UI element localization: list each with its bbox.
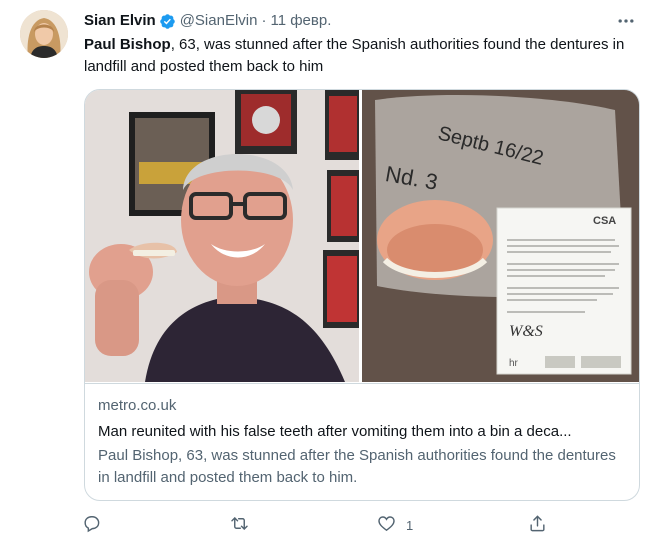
card-domain: metro.co.uk bbox=[98, 397, 177, 414]
card-photo: Septb 16/22 Nd. 3 CSA W&S hr bbox=[85, 90, 639, 382]
author-name[interactable]: Sian Elvin bbox=[84, 11, 156, 31]
avatar[interactable] bbox=[20, 10, 68, 58]
tweet-actions: 1 bbox=[0, 510, 655, 540]
header-separator: · bbox=[261, 12, 267, 29]
tweet[interactable]: Sian Elvin @SianElvin · 11 февр. Paul Bi… bbox=[0, 0, 655, 549]
verified-badge-icon bbox=[159, 13, 176, 30]
tweet-date[interactable]: 11 февр. bbox=[270, 11, 331, 31]
card-image[interactable]: Septb 16/22 Nd. 3 CSA W&S hr bbox=[85, 90, 639, 382]
share-icon bbox=[528, 514, 547, 536]
author-handle[interactable]: @SianElvin bbox=[180, 11, 258, 31]
reply-button[interactable] bbox=[82, 510, 111, 540]
reply-icon bbox=[82, 514, 101, 536]
tweet-header: Sian Elvin @SianElvin · 11 февр. bbox=[84, 10, 331, 32]
svg-text:hr: hr bbox=[509, 358, 519, 369]
svg-text:W&S: W&S bbox=[509, 323, 543, 340]
retweet-button[interactable] bbox=[230, 510, 259, 540]
card-title: Man reunited with his false teeth after … bbox=[98, 423, 572, 440]
link-card[interactable]: Septb 16/22 Nd. 3 CSA W&S hr metro.co.uk… bbox=[84, 89, 640, 501]
retweet-icon bbox=[230, 514, 249, 536]
tweet-text: Paul Bishop, 63, was stunned after the S… bbox=[84, 34, 644, 78]
svg-text:CSA: CSA bbox=[593, 215, 616, 227]
heart-icon bbox=[377, 514, 396, 536]
more-options-icon[interactable] bbox=[614, 11, 638, 31]
like-button[interactable]: 1 bbox=[377, 510, 413, 540]
like-count: 1 bbox=[406, 517, 414, 533]
card-info: metro.co.uk Man reunited with his false … bbox=[85, 383, 639, 500]
share-button[interactable] bbox=[528, 510, 557, 540]
tweet-text-lead: Paul Bishop bbox=[84, 36, 171, 53]
card-description: Paul Bishop, 63, was stunned after the S… bbox=[98, 447, 616, 486]
